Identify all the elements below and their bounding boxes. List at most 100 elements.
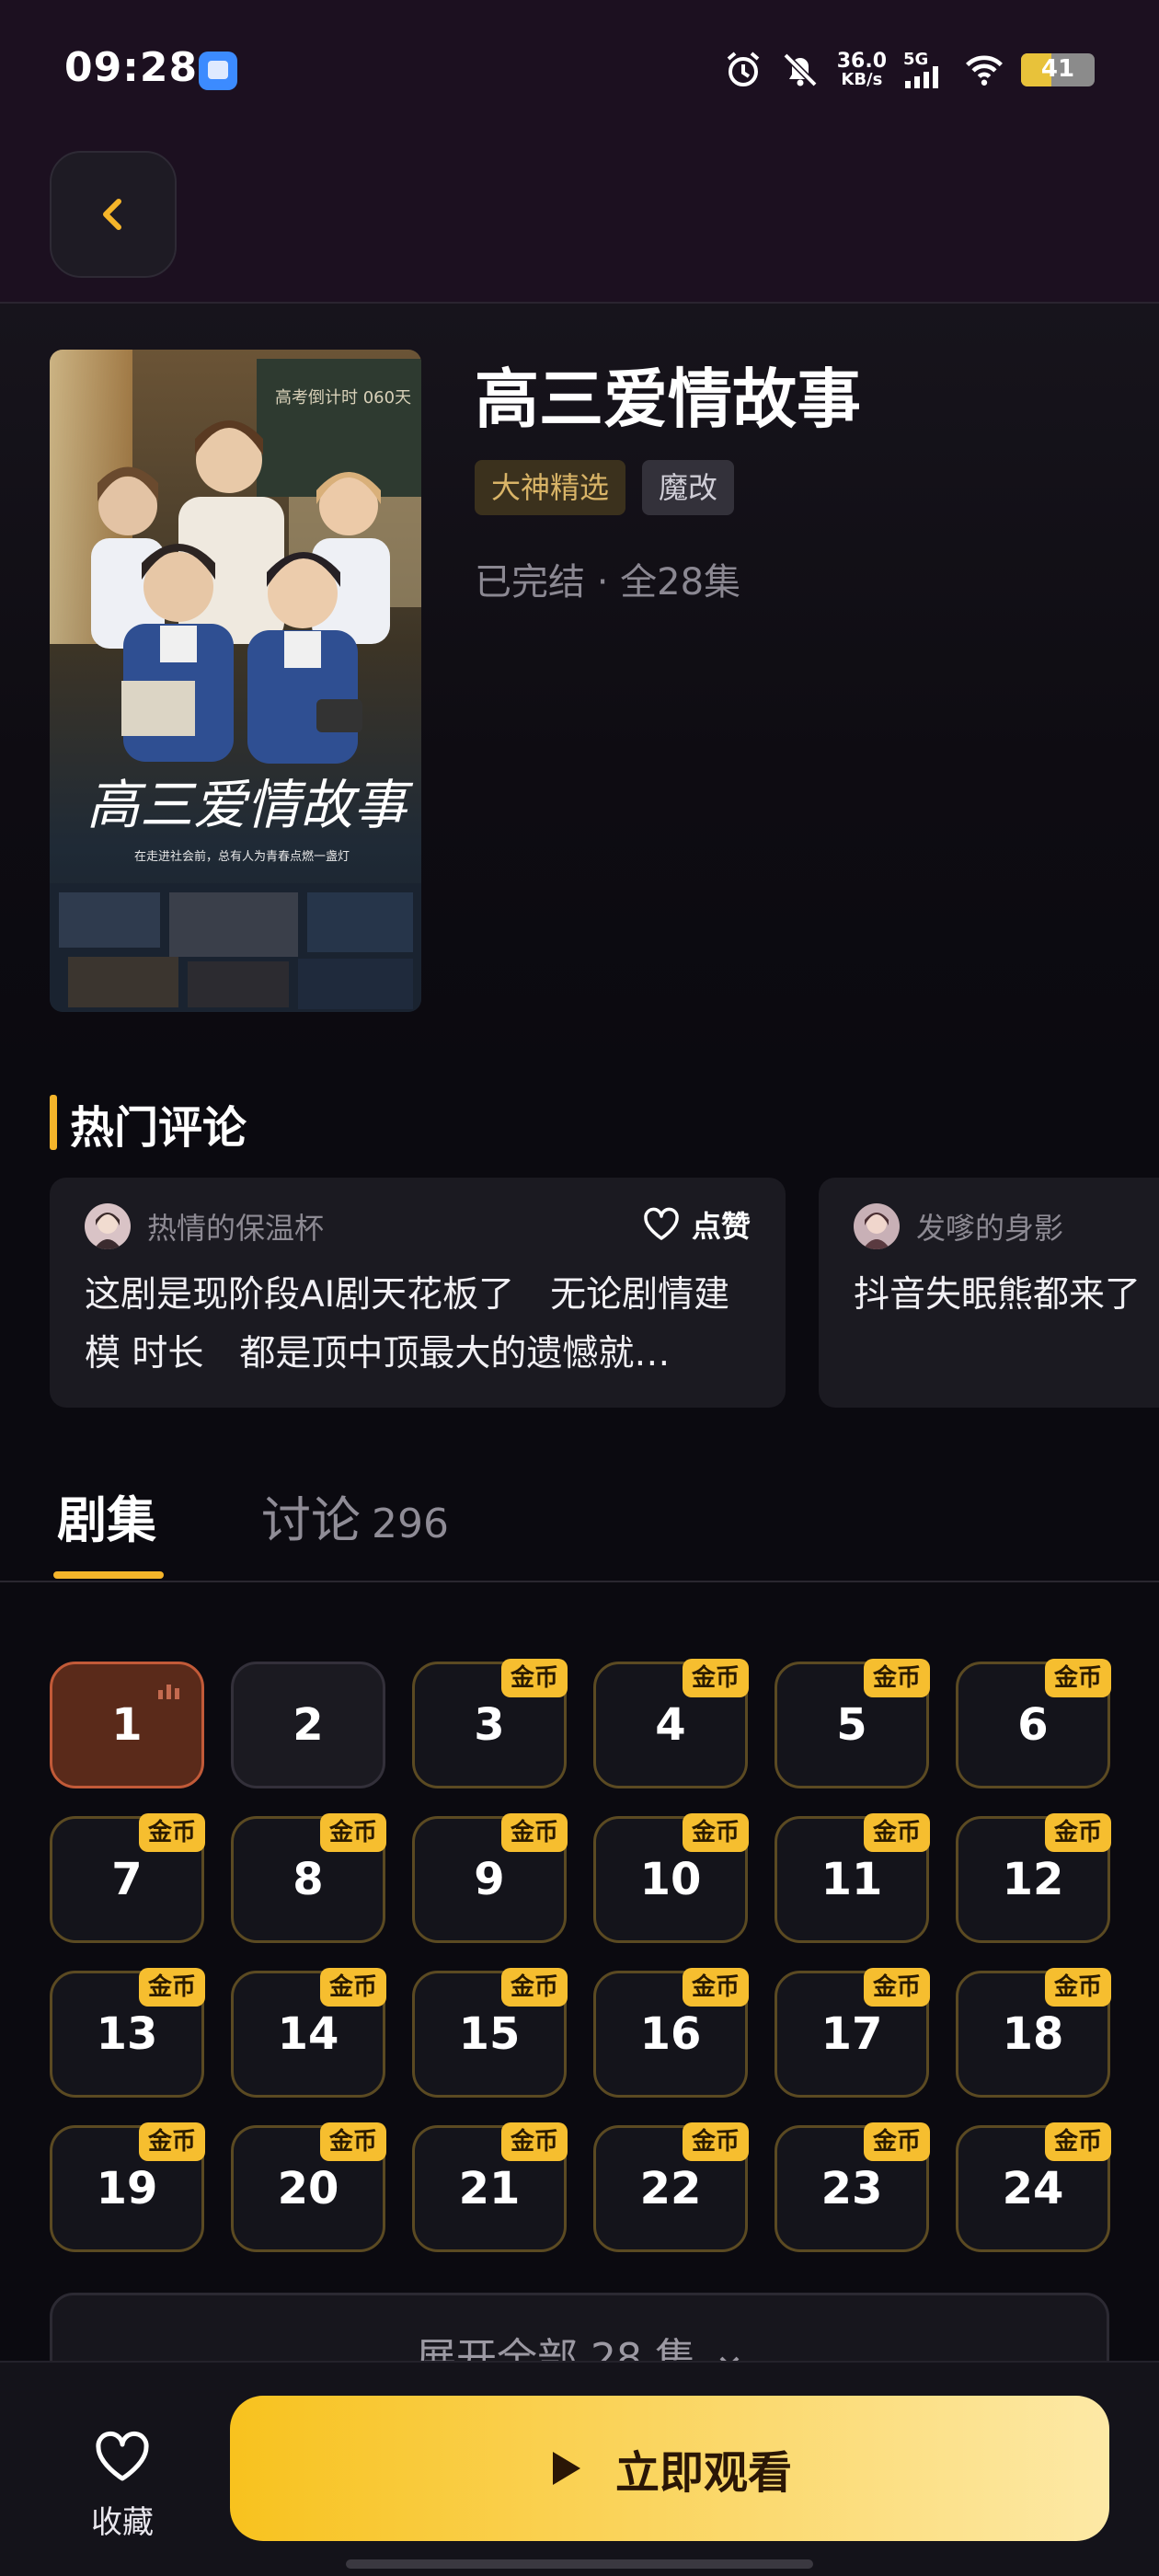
like-label: 点赞 bbox=[691, 1209, 751, 1244]
tag-genre[interactable]: 魔改 bbox=[642, 460, 735, 515]
poster-board-text: 高考倒计时 060天 bbox=[275, 388, 411, 408]
episode-button[interactable]: 17 金币 bbox=[775, 1968, 930, 2098]
episode-button[interactable]: 10 金币 bbox=[593, 1813, 749, 1943]
alarm-icon bbox=[723, 50, 763, 90]
episode-number: 11 bbox=[820, 1854, 883, 1905]
episode-number: 16 bbox=[639, 2008, 702, 2060]
episode-number: 17 bbox=[820, 2008, 883, 2060]
episode-button[interactable]: 5 金币 bbox=[775, 1659, 930, 1788]
home-indicator[interactable] bbox=[346, 2559, 813, 2569]
comment-text: 抖音失眠熊都来了 bbox=[854, 1274, 1142, 1316]
episode-number: 9 bbox=[474, 1854, 505, 1905]
episode-number: 22 bbox=[639, 2163, 702, 2214]
avatar bbox=[85, 1203, 131, 1249]
episode-button[interactable]: 2 bbox=[231, 1662, 385, 1788]
header-divider bbox=[0, 302, 1159, 304]
episode-number: 1 bbox=[111, 1699, 143, 1751]
episode-button[interactable]: 6 金币 bbox=[956, 1659, 1111, 1788]
episode-button[interactable]: 8 金币 bbox=[231, 1813, 386, 1943]
episode-button[interactable]: 19 金币 bbox=[50, 2122, 205, 2252]
comment-username: 发嗲的身影 bbox=[916, 1211, 1064, 1246]
episode-number: 6 bbox=[1017, 1699, 1049, 1751]
status-bar: 09:28 36.0 KB/s 5G 41 bbox=[0, 0, 1159, 138]
coin-badge: 金币 bbox=[500, 1659, 568, 1697]
comment-card[interactable]: 热情的保温杯 点赞 这剧是现阶段AI剧天花板了 无论剧情建模 时长 都是顶中顶最… bbox=[50, 1178, 786, 1408]
episode-button[interactable]: 20 金币 bbox=[231, 2122, 386, 2252]
coin-badge: 金币 bbox=[1044, 1813, 1111, 1852]
poster-calligraphy: 高三爱情故事 bbox=[86, 774, 414, 836]
poster-tagline: 在走进社会前，总有人为青春点燃一盏灯 bbox=[134, 849, 350, 864]
episode-number: 23 bbox=[820, 2163, 883, 2214]
coin-badge: 金币 bbox=[863, 1968, 930, 2007]
episode-button[interactable]: 16 金币 bbox=[593, 1968, 749, 2098]
episode-button[interactable]: 12 金币 bbox=[956, 1813, 1111, 1943]
watch-now-button[interactable]: 立即观看 bbox=[230, 2396, 1109, 2541]
heart-icon bbox=[644, 1207, 679, 1240]
episode-button[interactable]: 13 金币 bbox=[50, 1968, 205, 2098]
episode-number: 7 bbox=[111, 1854, 143, 1905]
favorite-button[interactable]: 收藏 bbox=[81, 2431, 164, 2542]
discussion-count: 296 bbox=[372, 1501, 449, 1547]
episode-button[interactable]: 7 金币 bbox=[50, 1813, 205, 1943]
tab-discussion[interactable]: 讨论 296 bbox=[261, 1479, 449, 1552]
comment-card[interactable]: 发嗲的身影 抖音失眠熊都来了 bbox=[819, 1178, 1159, 1408]
coin-badge: 金币 bbox=[863, 1659, 930, 1697]
drama-poster[interactable]: 高考倒计时 060天 高三爱情故事 在走进社会前，总有人为青春点燃一盏灯 bbox=[50, 350, 421, 1012]
tab-episodes[interactable]: 剧集 bbox=[57, 1479, 156, 1552]
drama-title: 高三爱情故事 bbox=[475, 362, 861, 437]
episode-number: 13 bbox=[96, 2008, 158, 2060]
episode-number: 4 bbox=[655, 1699, 686, 1751]
tag-editor-pick[interactable]: 大神精选 bbox=[475, 460, 626, 515]
battery-icon: 41 bbox=[1021, 53, 1095, 86]
episode-number: 19 bbox=[96, 2163, 158, 2214]
episode-number: 2 bbox=[293, 1699, 324, 1751]
coin-badge: 金币 bbox=[319, 1813, 386, 1852]
coin-badge: 金币 bbox=[500, 1813, 568, 1852]
episode-button[interactable]: 24 金币 bbox=[956, 2122, 1111, 2252]
tab-divider bbox=[0, 1581, 1159, 1582]
episode-button[interactable]: 21 金币 bbox=[412, 2122, 568, 2252]
coin-badge: 金币 bbox=[319, 1968, 386, 2007]
coin-badge: 金币 bbox=[1044, 1659, 1111, 1697]
episode-number: 14 bbox=[277, 2008, 339, 2060]
favorite-label: 收藏 bbox=[91, 2504, 154, 2541]
episode-button[interactable]: 23 金币 bbox=[775, 2122, 930, 2252]
drama-tags: 大神精选 魔改 bbox=[475, 460, 735, 515]
episode-button[interactable]: 11 金币 bbox=[775, 1813, 930, 1943]
section-accent-bar bbox=[50, 1095, 57, 1150]
coin-badge: 金币 bbox=[500, 1968, 568, 2007]
coin-badge: 金币 bbox=[138, 1968, 205, 2007]
episode-button[interactable]: 1 bbox=[50, 1662, 204, 1788]
episode-grid: 1 2 3 金币 4 金币 5 金币 6 金币 7 金币 8 金币 9 金币 10 金币 11 金币 12 金币 13 金币 1… bbox=[50, 1659, 1111, 2252]
episode-number: 12 bbox=[1002, 1854, 1064, 1905]
episode-number: 3 bbox=[474, 1699, 505, 1751]
mute-bell-icon bbox=[780, 50, 820, 90]
back-button[interactable] bbox=[50, 151, 177, 278]
episode-number: 24 bbox=[1002, 2163, 1064, 2214]
episode-number: 18 bbox=[1002, 2008, 1064, 2060]
episode-number: 20 bbox=[277, 2163, 339, 2214]
episode-button[interactable]: 4 金币 bbox=[593, 1659, 749, 1788]
episode-button[interactable]: 15 金币 bbox=[412, 1968, 568, 2098]
episode-number: 8 bbox=[293, 1854, 324, 1905]
drama-status: 已完结 · 全28集 bbox=[475, 561, 741, 604]
episode-number: 5 bbox=[836, 1699, 867, 1751]
episode-button[interactable]: 14 金币 bbox=[231, 1968, 386, 2098]
status-time: 09:28 bbox=[64, 44, 199, 91]
coin-badge: 金币 bbox=[682, 1968, 749, 2007]
coin-badge: 金币 bbox=[1044, 2122, 1111, 2161]
coin-badge: 金币 bbox=[682, 2122, 749, 2161]
comment-username: 热情的保温杯 bbox=[147, 1211, 325, 1246]
episode-button[interactable]: 18 金币 bbox=[956, 1968, 1111, 2098]
watch-now-label: 立即观看 bbox=[614, 2447, 792, 2499]
cellular-signal-icon: 5G bbox=[903, 50, 947, 90]
episode-button[interactable]: 22 金币 bbox=[593, 2122, 749, 2252]
like-button[interactable]: 点赞 bbox=[642, 1203, 751, 1246]
episode-button[interactable]: 3 金币 bbox=[412, 1659, 568, 1788]
coin-badge: 金币 bbox=[682, 1659, 749, 1697]
coin-badge: 金币 bbox=[319, 2122, 386, 2161]
comment-text: 这剧是现阶段AI剧天花板了 无论剧情建模 时长 都是顶中顶最大的遗憾就… bbox=[85, 1274, 730, 1374]
coin-badge: 金币 bbox=[682, 1813, 749, 1852]
episode-button[interactable]: 9 金币 bbox=[412, 1813, 568, 1943]
now-playing-icon bbox=[158, 1685, 179, 1699]
